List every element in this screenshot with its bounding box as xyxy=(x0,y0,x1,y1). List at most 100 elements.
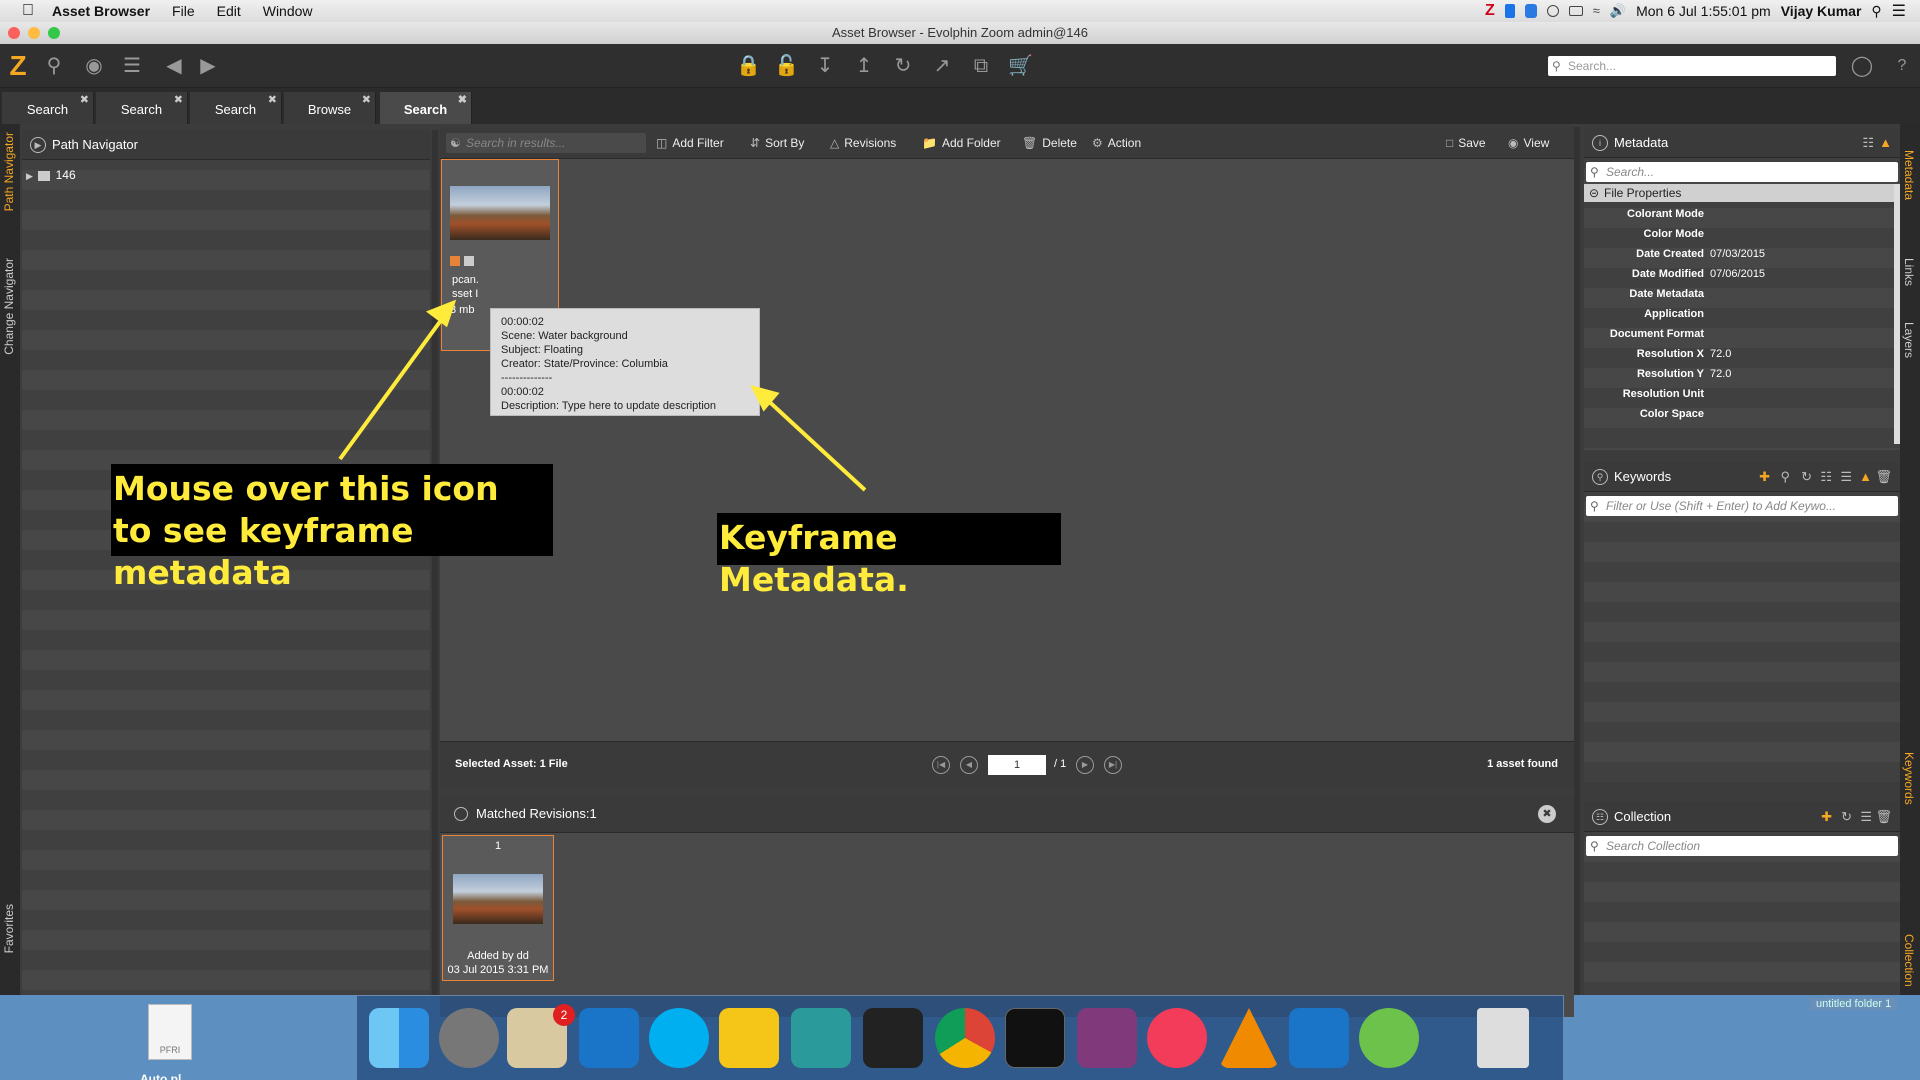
chrome-icon[interactable] xyxy=(935,1008,995,1068)
tab-search-3[interactable]: Search ✖ xyxy=(190,92,282,124)
global-search-input[interactable]: ⚲ Search... xyxy=(1548,56,1836,76)
collection-delete-icon[interactable]: 🗑 xyxy=(1875,802,1892,832)
refresh-collection-icon[interactable]: ↻ xyxy=(1841,802,1852,832)
file-properties-section[interactable]: ⊝ File Properties xyxy=(1584,184,1894,202)
upload-icon[interactable]: ↥ xyxy=(852,54,876,78)
metadata-pin-icon[interactable]: ▲ xyxy=(1879,128,1892,158)
teamviewer-icon[interactable] xyxy=(579,1008,639,1068)
layers-side-tab[interactable]: Layers xyxy=(1902,322,1916,358)
globe-icon[interactable]: ◉ xyxy=(82,54,106,78)
add-keyword-icon[interactable]: ✚ xyxy=(1759,462,1770,492)
cup-icon[interactable] xyxy=(1504,4,1515,18)
last-page-icon[interactable]: ▶| xyxy=(1104,756,1122,774)
zoom-menubar-icon[interactable]: Z xyxy=(1485,3,1495,19)
spotlight-icon[interactable]: ⚲ xyxy=(1871,3,1881,20)
action-button[interactable]: ⚙ Action xyxy=(1092,127,1141,159)
unlock-icon[interactable]: 🔓 xyxy=(774,54,799,78)
metadata-row[interactable]: Date Modified 07/06/2015 xyxy=(1584,264,1894,284)
forward-arrow-icon[interactable]: ▶ xyxy=(196,54,220,78)
download-icon[interactable]: ↧ xyxy=(813,54,837,78)
volume-icon[interactable]: 🔊 xyxy=(1610,4,1626,18)
close-window-icon[interactable] xyxy=(8,27,20,39)
add-folder-button[interactable]: 📁 Add Folder xyxy=(922,127,1001,159)
itunes-icon[interactable] xyxy=(1147,1008,1207,1068)
add-filter-button[interactable]: ◫ Add Filter xyxy=(656,127,724,159)
close-tab-icon[interactable]: ✖ xyxy=(80,82,89,118)
add-collection-icon[interactable]: ✚ xyxy=(1821,802,1832,832)
desktop-file[interactable]: PFRI xyxy=(148,1004,192,1060)
metadata-search-input[interactable]: ⚲ Search... xyxy=(1586,162,1898,182)
menu-app-name[interactable]: Asset Browser xyxy=(52,3,150,19)
path-navigator-side-tab[interactable]: Path Navigator xyxy=(2,132,16,211)
skype-icon[interactable] xyxy=(649,1008,709,1068)
metadata-row[interactable]: Date Metadata xyxy=(1584,284,1894,304)
wifi-icon[interactable]: ≈ xyxy=(1593,4,1600,18)
notification-center-icon[interactable]: ☰ xyxy=(1892,1,1906,21)
metadata-row[interactable]: Resolution X 72.0 xyxy=(1584,344,1894,364)
smart-icon[interactable] xyxy=(719,1008,779,1068)
tab-search-1[interactable]: Search ✖ xyxy=(2,92,94,124)
search-in-results-input[interactable]: ☯ Search in results... xyxy=(446,133,646,153)
close-tab-icon[interactable]: ✖ xyxy=(362,82,371,118)
copy-icon[interactable]: ⧉ xyxy=(969,54,993,78)
zoom-logo-icon[interactable]: Z xyxy=(6,52,30,80)
metadata-settings-icon[interactable]: ☷ xyxy=(1862,128,1874,158)
search-keyword-icon[interactable]: ⚲ xyxy=(1780,462,1790,492)
finder-icon[interactable] xyxy=(369,1008,429,1068)
keyword-list-icon[interactable]: ☰ xyxy=(1840,462,1852,492)
minimize-window-icon[interactable] xyxy=(28,27,40,39)
screen-sharing-icon[interactable] xyxy=(791,1008,851,1068)
links-side-tab[interactable]: Links xyxy=(1902,258,1916,286)
user-account-icon[interactable]: ◯ xyxy=(1850,54,1874,78)
metadata-value[interactable]: 07/06/2015 xyxy=(1710,264,1765,284)
back-arrow-icon[interactable]: ◀ xyxy=(162,54,186,78)
metadata-row[interactable]: Color Space xyxy=(1584,404,1894,424)
zoom-search-icon[interactable] xyxy=(1359,1008,1419,1068)
metadata-value[interactable]: 72.0 xyxy=(1710,364,1731,384)
metadata-row[interactable]: Date Created 07/03/2015 xyxy=(1584,244,1894,264)
close-panel-icon[interactable]: ✖ xyxy=(1538,805,1556,823)
close-tab-icon[interactable]: ✖ xyxy=(174,82,183,118)
clock-menubar-icon[interactable] xyxy=(1546,5,1559,17)
tab-search-active[interactable]: Search ✖ xyxy=(380,92,472,124)
zoom-window-icon[interactable] xyxy=(48,27,60,39)
refresh-icon[interactable]: ↻ xyxy=(891,54,915,78)
menubar-clock[interactable]: Mon 6 Jul 1:55:01 pm xyxy=(1636,3,1771,19)
search-icon[interactable]: ⚲ xyxy=(42,54,66,78)
delete-button[interactable]: 🗑 Delete xyxy=(1022,127,1077,159)
metadata-side-tab[interactable]: Metadata xyxy=(1902,150,1916,200)
keyframe-icon[interactable] xyxy=(450,256,460,266)
export-icon[interactable]: ↗ xyxy=(930,54,954,78)
apple-menu-icon[interactable]:  xyxy=(20,3,36,19)
metadata-row[interactable]: Application xyxy=(1584,304,1894,324)
metadata-row[interactable]: Resolution Y 72.0 xyxy=(1584,364,1894,384)
menubar-user[interactable]: Vijay Kumar xyxy=(1781,3,1862,19)
tree-item-146[interactable]: ▶ 146 xyxy=(26,166,76,184)
help-icon[interactable]: ? xyxy=(1890,54,1914,78)
keywords-side-tab[interactable]: Keywords xyxy=(1902,752,1916,805)
trash-icon[interactable] xyxy=(1477,1008,1529,1068)
terminal-icon[interactable] xyxy=(1005,1008,1065,1068)
change-navigator-side-tab[interactable]: Change Navigator xyxy=(2,258,16,355)
vlc-icon[interactable] xyxy=(1219,1008,1279,1068)
metadata-row[interactable]: Color Mode xyxy=(1584,224,1894,244)
desktop-folder-label[interactable]: untitled folder 1 xyxy=(1810,998,1898,1010)
tab-browse[interactable]: Browse ✖ xyxy=(284,92,376,124)
collection-list-icon[interactable]: ☰ xyxy=(1860,802,1872,832)
cart-icon[interactable]: 🛒 xyxy=(1008,54,1033,78)
metadata-row[interactable]: Document Format xyxy=(1584,324,1894,344)
tab-search-2[interactable]: Search ✖ xyxy=(96,92,188,124)
expand-arrow-icon[interactable]: ▶ xyxy=(26,171,33,181)
keyword-settings-icon[interactable]: ☷ xyxy=(1820,462,1832,492)
save-button[interactable]: □ Save xyxy=(1446,127,1486,159)
metadata-row[interactable]: Colorant Mode xyxy=(1584,204,1894,224)
metadata-value[interactable]: 07/03/2015 xyxy=(1710,244,1765,264)
prev-page-icon[interactable]: ◀ xyxy=(960,756,978,774)
keyword-pin-icon[interactable]: ▲ xyxy=(1859,462,1872,492)
collection-search-input[interactable]: ⚲ Search Collection xyxy=(1586,836,1898,856)
first-page-icon[interactable]: |◀ xyxy=(932,756,950,774)
metadata-row[interactable]: Resolution Unit xyxy=(1584,384,1894,404)
activity-monitor-icon[interactable] xyxy=(863,1008,923,1068)
menu-edit[interactable]: Edit xyxy=(217,3,241,19)
collection-side-tab[interactable]: Collection xyxy=(1902,934,1916,987)
